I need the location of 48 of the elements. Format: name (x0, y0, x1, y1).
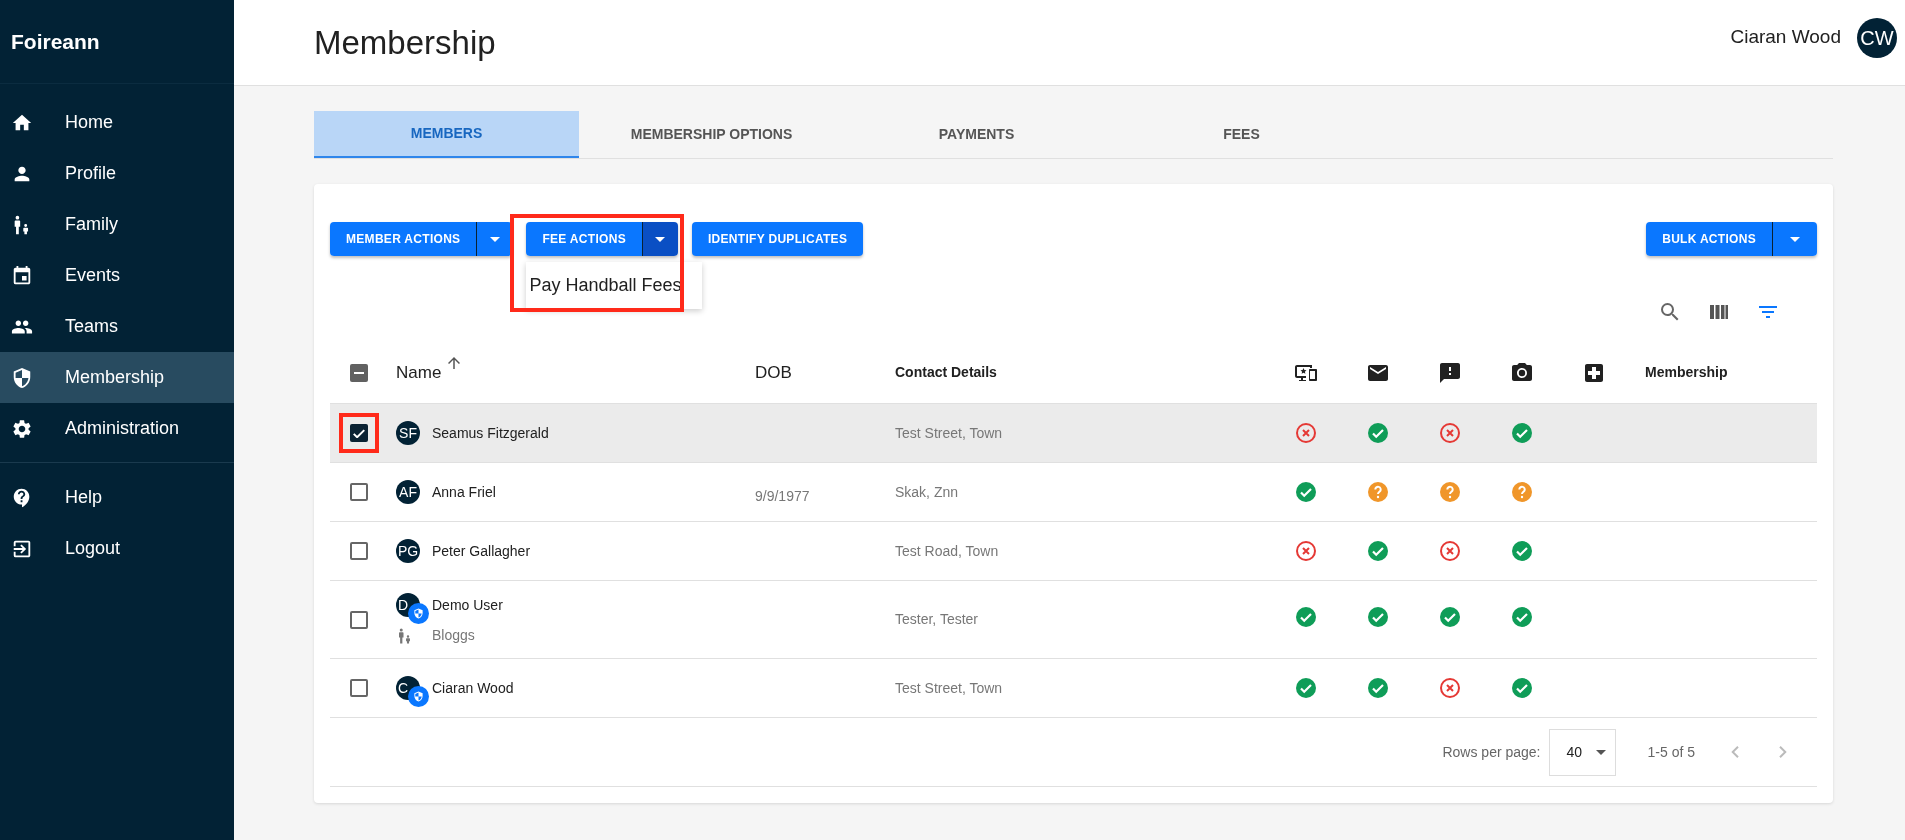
action-button[interactable]: MEMBER ACTIONS (330, 222, 478, 256)
member-name[interactable]: Peter Gallagher (432, 540, 531, 562)
contact-cell-text: Test Road, Town (895, 541, 999, 561)
nav-item[interactable]: Help (0, 472, 234, 523)
nav-item[interactable]: Teams (0, 301, 234, 352)
nav-item[interactable]: Administration (0, 403, 234, 454)
member-avatar: PG (396, 539, 420, 563)
table-row[interactable]: AF Anna Friel 9/9/1977 Skak, Znn (330, 463, 1817, 522)
contact-cell-text: Test Street, Town (895, 678, 1003, 698)
table-row[interactable]: D Demo User Bloggs Tester, Tester (330, 581, 1817, 659)
action-button[interactable]: BULK ACTIONS (1646, 222, 1773, 256)
page-range: 1-5 of 5 (1647, 742, 1695, 762)
member-name[interactable]: Seamus Fitzgerald (432, 422, 549, 444)
nav-item[interactable]: Events (0, 250, 234, 301)
member-name[interactable]: Anna Friel (432, 481, 496, 503)
family-name: Bloggs (432, 626, 475, 645)
table-row[interactable]: PG Peter Gallagher Test Road, Town (330, 522, 1817, 581)
member-name[interactable]: Ciaran Wood (432, 677, 514, 699)
dob-cell-text: 9/9/1977 (755, 486, 810, 506)
column-header[interactable]: Contact Details (895, 362, 997, 383)
brand-title: Foireann (11, 28, 100, 55)
nav-item[interactable]: Profile (0, 148, 234, 199)
action-button[interactable]: FEE ACTIONS (526, 222, 643, 256)
action-button[interactable]: IDENTIFY DUPLICATES (691, 222, 864, 256)
nav-item[interactable]: Family (0, 199, 234, 250)
user-avatar[interactable]: CW (1857, 17, 1897, 58)
member-name[interactable]: Demo User (432, 594, 503, 616)
contact-cell-text: Tester, Tester (895, 610, 978, 629)
nav-item[interactable]: Membership (0, 352, 234, 403)
contact-cell-text: Test Street, Town (895, 423, 1003, 443)
column-header[interactable]: Name (396, 359, 442, 386)
column-header[interactable]: Membership (1645, 362, 1728, 383)
menu-item[interactable]: Pay Handball Fees (526, 268, 703, 303)
contact-cell-text: Skak, Znn (895, 482, 959, 502)
tab[interactable]: MEMBERSHIP OPTIONS (579, 111, 844, 158)
rows-per-page-select[interactable]: 40 (1548, 728, 1616, 776)
tab[interactable]: MEMBERS (314, 111, 579, 158)
nav-item[interactable]: Home (0, 97, 234, 148)
tab[interactable]: FEES (1109, 111, 1374, 158)
table-row[interactable]: C Ciaran Wood Test Street, Town (330, 659, 1817, 718)
page-title: Membership (314, 22, 497, 63)
rows-per-page-label: Rows per page: (1442, 742, 1541, 762)
column-header[interactable]: DOB (755, 359, 792, 386)
tab[interactable]: PAYMENTS (844, 111, 1109, 158)
member-avatar: AF (396, 480, 420, 504)
nav-item[interactable]: Logout (0, 523, 234, 574)
member-avatar: SF (396, 421, 420, 445)
user-name: Ciaran Wood (1730, 25, 1841, 50)
